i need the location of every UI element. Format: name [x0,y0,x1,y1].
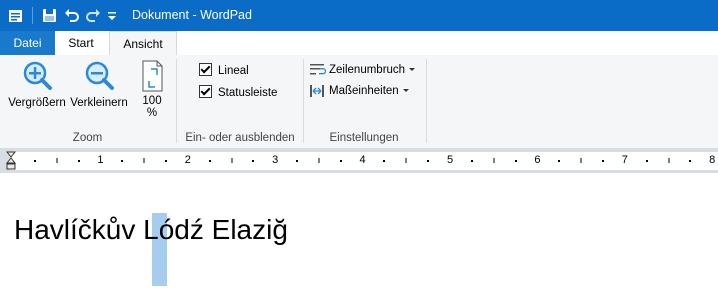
ruler-half-tick [493,158,495,163]
statusbar-checkbox-box[interactable] [199,85,212,98]
ruler-half-tick [405,158,407,163]
ruler-number: 8 [709,154,716,166]
zoom-out-button[interactable]: Verkleinern [67,59,131,109]
ruler-quarter-tick [121,160,124,162]
tab-file[interactable]: Datei [0,31,55,55]
zoom-100-label-percent: % [146,107,158,119]
ruler-quarter-tick [208,160,211,162]
ruler-quarter-tick [558,160,561,162]
ruler-quarter-tick [427,160,430,162]
document-area[interactable]: Havlíčkův Lódź Elaziğ [0,173,718,292]
measurement-units-icon [310,85,324,97]
ruler-quarter-tick [252,160,255,162]
window-title: Dokument - WordPad [132,8,252,22]
ruler-quarter-tick [645,160,648,162]
zoom-out-label: Verkleinern [70,97,128,109]
wordpad-app-icon[interactable] [8,8,24,27]
ruler-half-tick [231,158,232,163]
group-separator [426,59,427,143]
word-wrap-button[interactable]: Zeilenumbruch [310,63,416,77]
chevron-down-icon [409,68,416,71]
ruler-quarter-tick [164,160,167,162]
group-settings-label: Einstellungen [329,132,399,144]
statusbar-checkbox[interactable]: Statusleiste [199,85,277,99]
measurement-units-button[interactable]: Maßeinheiten [310,84,409,98]
tab-start[interactable]: Start [56,31,106,55]
ruler-half-tick [580,158,582,163]
ribbon-tabs: Datei Start Ansicht [0,31,718,57]
word-wrap-icon [310,64,327,75]
ruler-quarter-tick [514,160,517,162]
indent-marker-icon[interactable] [5,151,17,174]
undo-icon[interactable] [64,8,79,26]
ruler-half-tick [143,158,145,163]
document-text[interactable]: Havlíčkův Lódź Elaziğ [14,213,288,247]
ruler-quarter-tick [296,160,299,162]
measurement-units-label: Maßeinheiten [329,85,399,97]
ruler-quarter-tick [33,160,36,162]
ruler-half-tick [668,158,669,163]
group-zoom-label: Zoom [72,132,103,144]
tab-view[interactable]: Ansicht [109,31,177,57]
save-icon[interactable] [42,8,57,26]
ruler-quarter-tick [77,160,80,162]
group-show-hide: Lineal Statusleiste Ein- oder ausblenden [177,55,303,148]
ruler-number: 7 [621,154,628,166]
zoom-in-button[interactable]: Vergrößern [7,59,67,109]
ruler-checkbox-box[interactable] [199,63,212,76]
ruler-quarter-tick [470,160,473,162]
ruler-quarter-tick [601,160,604,162]
ruler-bar: 1 2 3 4 5 6 7 8 [0,149,718,173]
ruler-quarter-tick [383,160,386,162]
ruler-checkbox[interactable]: Lineal [199,63,249,77]
ruler-number: 6 [534,154,541,166]
statusbar-checkbox-label: Statusleiste [218,87,278,99]
ruler-number: 3 [272,154,279,166]
ruler-half-tick [318,158,320,163]
ruler[interactable]: 1 2 3 4 5 6 7 8 [10,152,718,170]
title-bar: Dokument - WordPad [0,0,718,31]
title-separator [32,7,33,24]
ruler-number: 1 [97,154,104,166]
ruler-quarter-tick [339,160,342,162]
zoom-in-icon [23,61,52,90]
group-show-hide-label: Ein- oder ausblenden [185,132,295,144]
customize-quick-access-icon[interactable] [107,10,117,24]
ruler-checkbox-label: Lineal [218,65,249,77]
ruler-half-tick [56,158,58,163]
ribbon-view: Vergrößern Verkleinern 100 % Zoom Lineal… [0,55,718,149]
group-settings: Zeilenumbruch Maßeinheiten Einstellungen [304,55,424,148]
ruler-number: 4 [359,154,366,166]
redo-icon[interactable] [86,8,101,26]
page-100-icon [142,60,163,92]
zoom-out-icon [85,61,114,90]
word-wrap-label: Zeilenumbruch [329,64,406,76]
zoom-100-button[interactable]: 100 % [135,59,169,119]
chevron-down-icon [402,89,409,92]
ruler-number: 2 [184,154,191,166]
ruler-quarter-tick [689,160,692,162]
zoom-100-label-number: 100 [142,95,162,107]
group-zoom: Vergrößern Verkleinern 100 % Zoom [0,55,175,148]
zoom-in-label: Vergrößern [8,97,66,109]
ruler-number: 5 [446,154,454,166]
